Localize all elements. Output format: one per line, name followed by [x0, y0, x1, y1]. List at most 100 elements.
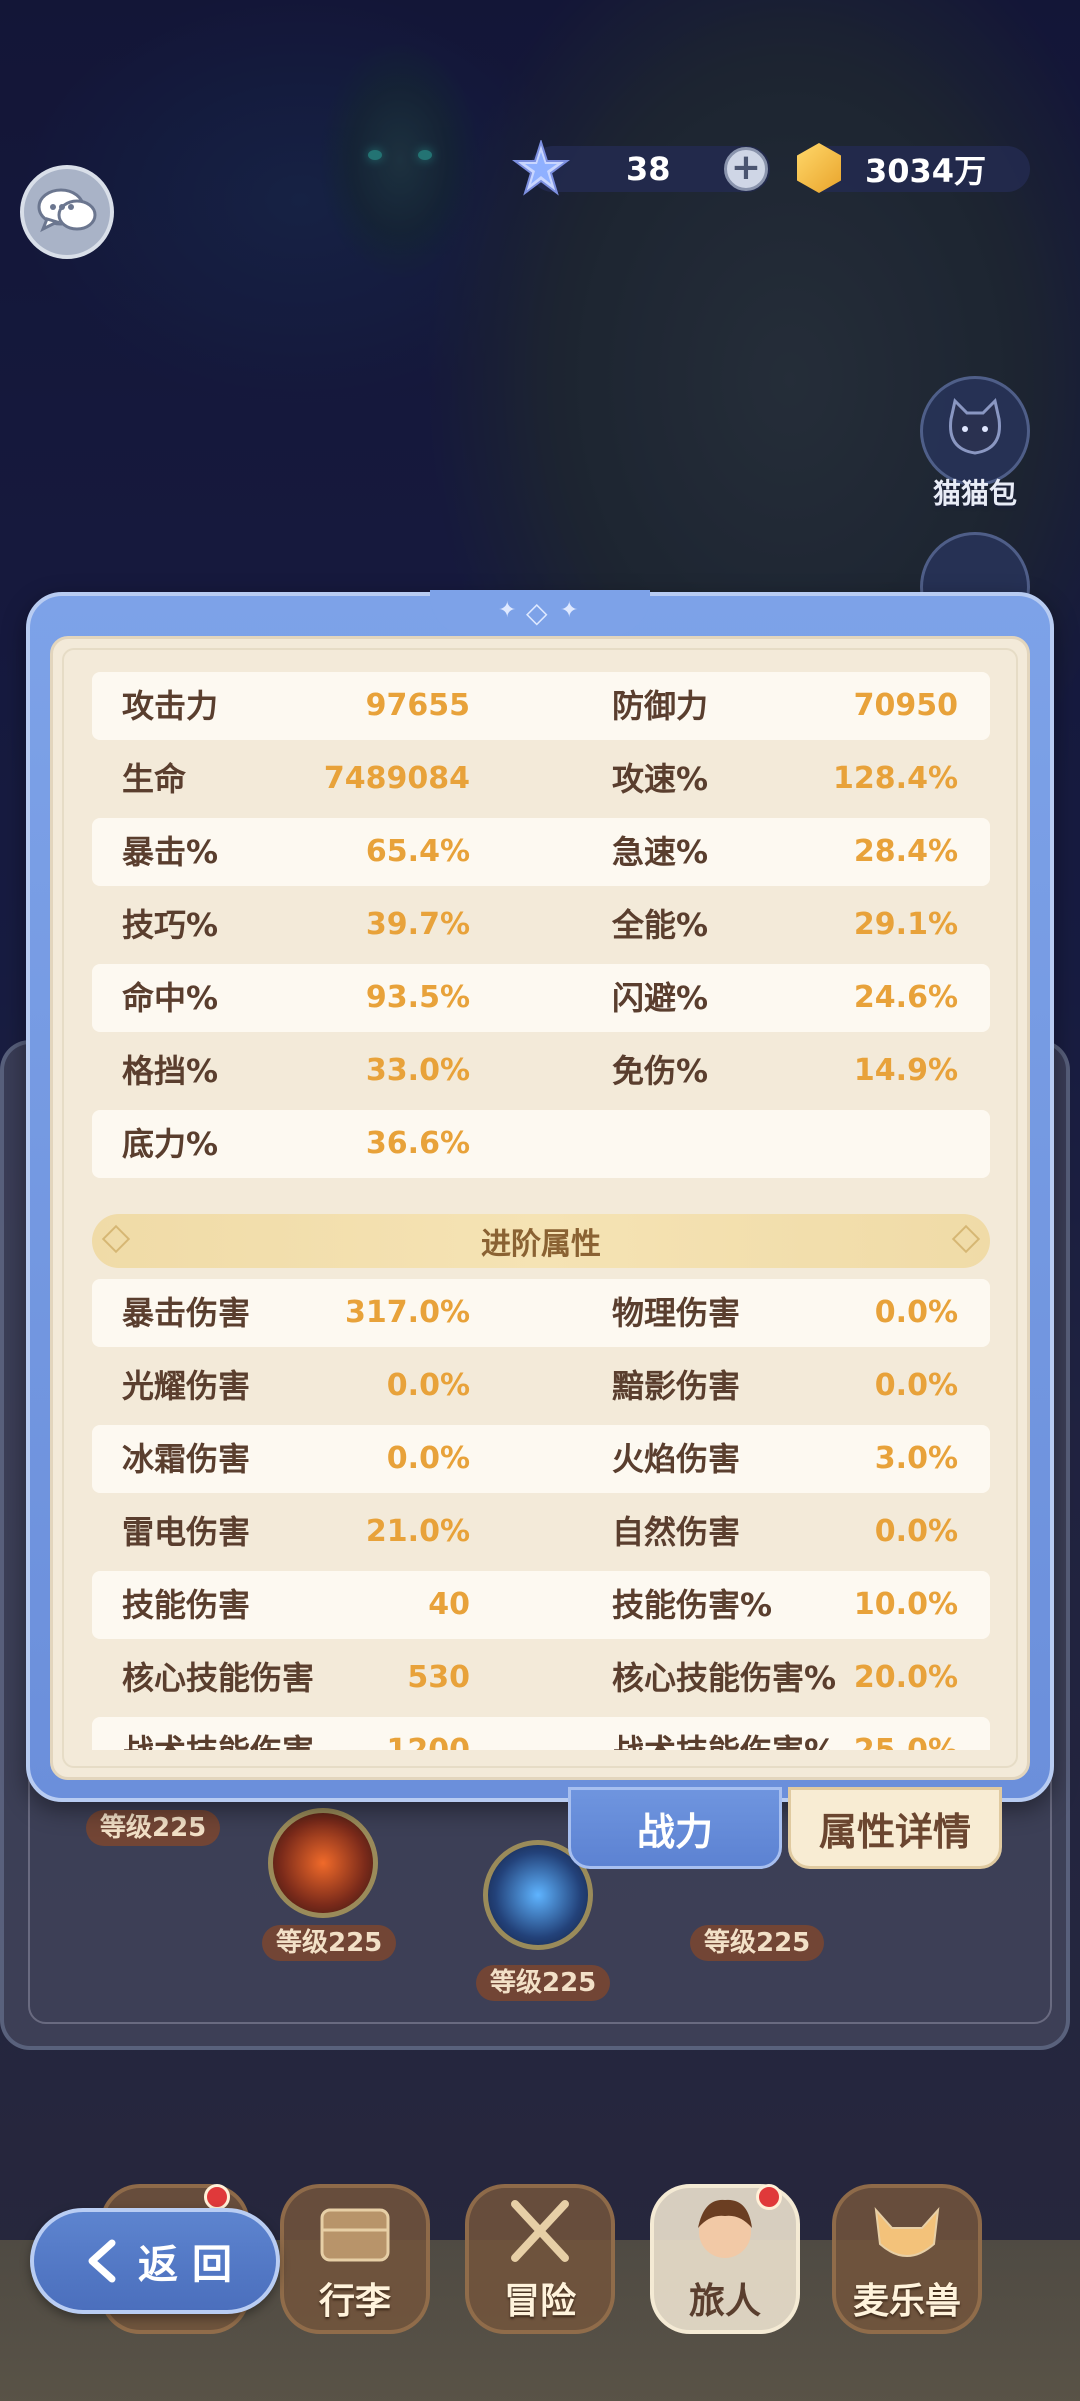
stat-row: 暴击% 65.4% 急速% 28.4%: [92, 818, 990, 886]
stat-value: 20.0%: [853, 1660, 958, 1695]
level-tag: 等级225: [262, 1925, 397, 1961]
fox-icon: [874, 2206, 940, 2257]
stat-name: 格挡%: [122, 1052, 219, 1090]
stat-name: 技巧%: [122, 906, 219, 944]
stat-name: 核心技能伤害: [122, 1659, 315, 1697]
stat-name: 暴击%: [122, 833, 219, 871]
gold-count: 3034万: [865, 152, 987, 190]
stat-name: 技能伤害%: [612, 1586, 773, 1624]
chest-icon: [320, 2208, 390, 2262]
stat-row: 核心技能伤害 530 核心技能伤害% 20.0%: [92, 1644, 990, 1712]
stat-value: 0.0%: [386, 1441, 470, 1476]
notification-dot: [204, 2184, 230, 2210]
stat-name: 黯影伤害: [612, 1367, 741, 1405]
sparkle-icon: ✦: [498, 598, 517, 623]
back-arrow-icon: [88, 2239, 116, 2283]
advanced-attributes-header: 进阶属性: [92, 1214, 990, 1268]
diamond-icon: [951, 1224, 981, 1254]
tab-power-label: 战力: [636, 1809, 713, 1854]
stat-name: 雷电伤害: [122, 1513, 251, 1551]
advanced-attributes-title: 进阶属性: [481, 1227, 601, 1262]
nav-beast-label: 麦乐兽: [852, 2281, 961, 2322]
add-gems-button[interactable]: +: [724, 147, 768, 191]
stat-name: 战术技能伤害%: [612, 1717, 836, 1750]
stat-name: 技能伤害: [122, 1586, 251, 1624]
stat-value: 93.5%: [365, 980, 470, 1015]
stat-value: 65.4%: [365, 834, 470, 869]
stat-name: 核心技能伤害%: [612, 1659, 837, 1697]
stat-value: 28.4%: [853, 834, 958, 869]
stat-name: 火焰伤害: [612, 1440, 741, 1478]
stat-value: 70950: [853, 688, 958, 723]
stat-row: 战术技能伤害 1200 战术技能伤害% 25.0%: [92, 1717, 990, 1750]
stat-value: 36.6%: [365, 1126, 470, 1161]
stat-row: 技能伤害 40 技能伤害% 10.0%: [92, 1571, 990, 1639]
stat-value: 14.9%: [853, 1053, 958, 1088]
tab-power[interactable]: 战力: [568, 1787, 782, 1869]
gem-count: 38: [626, 150, 671, 188]
sparkle-icon: ✦: [560, 598, 579, 623]
stat-row: 格挡% 33.0% 免伤% 14.9%: [92, 1037, 990, 1105]
cat-bag-label: 猫猫包: [932, 477, 1017, 510]
stat-name: 攻击力: [122, 687, 219, 725]
skill-fire-icon[interactable]: [268, 1808, 378, 1918]
stat-name: 防御力: [612, 687, 709, 725]
stat-name: 急速%: [612, 833, 709, 871]
stat-name: 生命: [122, 760, 187, 798]
plus-icon: +: [730, 147, 762, 188]
stat-value: 7489084: [323, 761, 470, 796]
back-button[interactable]: 返 回: [30, 2208, 280, 2314]
cat-icon: [949, 398, 1001, 455]
stat-row: 底力% 36.6%: [92, 1110, 990, 1178]
stat-name: 全能%: [612, 906, 709, 944]
stat-name: 战术技能伤害: [122, 1717, 314, 1750]
stat-value: 0.0%: [386, 1368, 470, 1403]
stat-name: 物理伤害: [612, 1294, 741, 1332]
stat-name: 命中%: [122, 979, 219, 1017]
back-button-label: 返 回: [138, 2242, 232, 2288]
stat-name: 底力%: [122, 1125, 219, 1163]
stat-value: 33.0%: [365, 1053, 470, 1088]
stat-name: 免伤%: [612, 1052, 709, 1090]
stat-row: 冰霜伤害 0.0% 火焰伤害 3.0%: [92, 1425, 990, 1493]
stat-value: 25.0%: [854, 1717, 958, 1750]
nav-traveler-label: 旅人: [688, 2281, 761, 2322]
diamond-icon: [101, 1224, 131, 1254]
stat-name: 暴击伤害: [122, 1294, 251, 1332]
stats-scroll-area[interactable]: 攻击力 97655 防御力 70950 生命 7489084 攻速% 128.4…: [92, 672, 990, 1750]
stat-value: 97655: [365, 688, 470, 723]
level-tag: 等级225: [476, 1965, 611, 2001]
stat-name: 光耀伤害: [122, 1367, 251, 1405]
stat-value: 1200: [387, 1717, 471, 1750]
stat-value: 24.6%: [853, 980, 958, 1015]
stat-row: 生命 7489084 攻速% 128.4%: [92, 745, 990, 813]
stat-value: 3.0%: [874, 1441, 958, 1476]
stat-value: 0.0%: [874, 1514, 958, 1549]
notification-dot: [756, 2184, 782, 2210]
cat-bag-button[interactable]: [920, 376, 1030, 486]
stat-name: 自然伤害: [612, 1513, 741, 1551]
nav-luggage-label: 行李: [318, 2281, 391, 2322]
stat-value: 29.1%: [853, 907, 958, 942]
stat-value: 40: [428, 1587, 470, 1622]
chat-button[interactable]: [20, 165, 114, 259]
stat-value: 39.7%: [365, 907, 470, 942]
stat-name: 攻速%: [612, 760, 709, 798]
stat-value: 21.0%: [365, 1514, 470, 1549]
tab-attribute-details[interactable]: 属性详情: [788, 1787, 1002, 1869]
nav-adventure-label: 冒险: [503, 2281, 576, 2322]
stat-value: 530: [407, 1660, 470, 1695]
crossed-swords-icon: [511, 2200, 569, 2262]
sparkle-icon: ◇: [526, 596, 548, 629]
stat-row: 雷电伤害 21.0% 自然伤害 0.0%: [92, 1498, 990, 1566]
stat-value: 0.0%: [874, 1295, 958, 1330]
chat-icon: [37, 188, 97, 233]
stat-value: 0.0%: [874, 1368, 958, 1403]
stat-row: 攻击力 97655 防御力 70950: [92, 672, 990, 740]
stat-value: 128.4%: [833, 761, 958, 796]
level-tag: 等级225: [86, 1810, 221, 1846]
stat-value: 317.0%: [345, 1295, 470, 1330]
stat-row: 光耀伤害 0.0% 黯影伤害 0.0%: [92, 1352, 990, 1420]
stat-name: 闪避%: [612, 979, 709, 1017]
stat-value: 10.0%: [853, 1587, 958, 1622]
